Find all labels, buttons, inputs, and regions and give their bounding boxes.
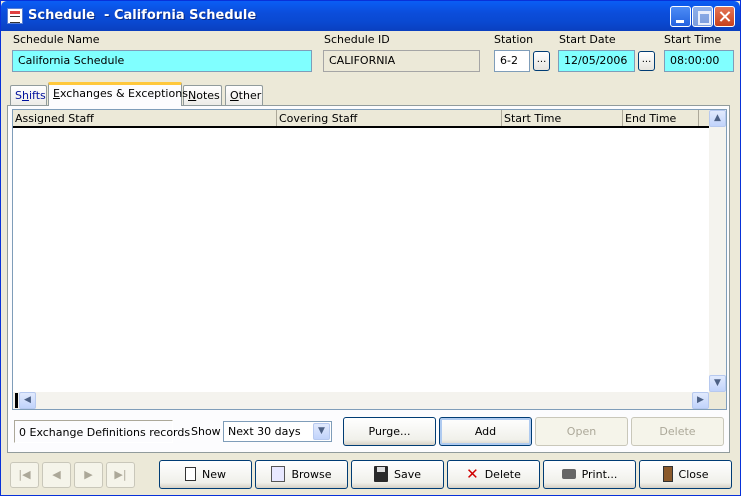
column-header-start-time[interactable]: Start Time: [502, 110, 623, 126]
exit-door-icon: [662, 466, 673, 482]
tab-shifts[interactable]: Shifts: [10, 85, 47, 106]
station-field[interactable]: 6-2: [494, 50, 530, 72]
schedule-name-field[interactable]: California Schedule: [12, 50, 312, 72]
print-button-label: Print...: [581, 468, 618, 481]
close-button[interactable]: Close: [639, 460, 732, 489]
scroll-position-marker: [15, 393, 18, 408]
schedule-window: Schedule - California Schedule Schedule …: [0, 0, 741, 496]
record-count-status: 0 Exchange Definitions records: [14, 420, 190, 443]
station-lookup-button[interactable]: ...: [533, 51, 550, 71]
chevron-down-icon[interactable]: ▼: [313, 423, 330, 440]
window-title: Schedule - California Schedule: [28, 8, 257, 23]
tab-notes-label-post: otes: [196, 89, 220, 102]
new-button-label: New: [202, 468, 226, 481]
scroll-up-icon[interactable]: ▲: [709, 110, 726, 127]
start-date-picker-button[interactable]: ...: [638, 51, 655, 71]
tab-exchanges-accelerator: E: [53, 87, 60, 100]
title-bar[interactable]: Schedule - California Schedule: [1, 1, 740, 31]
previous-record-icon: ◀: [42, 462, 71, 488]
save-button-label: Save: [393, 468, 421, 481]
open-button: Open: [535, 417, 628, 446]
delete-x-icon: ✕: [466, 465, 479, 483]
tab-other[interactable]: Other: [225, 85, 263, 106]
first-record-icon: |◀: [10, 462, 39, 488]
floppy-disk-icon: [373, 466, 388, 482]
schedule-app-icon[interactable]: [7, 8, 23, 24]
vertical-scrollbar[interactable]: ▲ ▼: [709, 110, 726, 392]
show-range-select[interactable]: Next 30 days ▼: [223, 421, 332, 442]
last-record-icon: ▶|: [106, 462, 135, 488]
tab-other-accelerator: O: [230, 89, 239, 102]
column-header-covering-staff[interactable]: Covering Staff: [277, 110, 502, 126]
show-range-value: Next 30 days: [228, 425, 301, 438]
start-date-label: Start Date: [559, 33, 616, 46]
schedule-id-label: Schedule ID: [324, 33, 390, 46]
column-header-assigned-staff[interactable]: Assigned Staff: [13, 110, 277, 126]
show-label: Show: [191, 425, 221, 438]
browse-icon: [271, 466, 286, 482]
tab-shifts-label-post: ifts: [28, 89, 46, 102]
add-button[interactable]: Add: [439, 417, 532, 446]
new-button[interactable]: New: [159, 460, 252, 489]
browse-button-label: Browse: [291, 468, 332, 481]
horizontal-scrollbar[interactable]: ◀ ▶: [13, 392, 709, 409]
tab-other-label-post: ther: [238, 89, 262, 102]
station-label: Station: [494, 33, 534, 46]
scroll-left-icon[interactable]: ◀: [19, 392, 36, 409]
tab-notes-accelerator: N: [188, 89, 197, 102]
browse-button[interactable]: Browse: [255, 460, 348, 489]
exchanges-grid[interactable]: Assigned Staff Covering Staff Start Time…: [12, 109, 727, 410]
maximize-button: [692, 6, 713, 27]
grid-header: Assigned Staff Covering Staff Start Time…: [13, 110, 709, 128]
delete-button[interactable]: ✕ Delete: [447, 460, 540, 489]
schedule-id-field: CALIFORNIA: [323, 50, 480, 72]
printer-icon: [561, 469, 576, 479]
tab-exchanges-exceptions[interactable]: Exchanges & Exceptions: [48, 82, 188, 106]
close-window-button[interactable]: [714, 6, 735, 27]
tab-notes[interactable]: Notes: [183, 85, 222, 106]
schedule-name-label: Schedule Name: [13, 33, 100, 46]
tab-shifts-label-pre: S: [15, 89, 22, 102]
start-time-field[interactable]: 08:00:00: [664, 50, 734, 72]
save-button[interactable]: Save: [351, 460, 444, 489]
start-date-field[interactable]: 12/05/2006: [558, 50, 635, 72]
tab-shifts-accelerator: h: [21, 89, 29, 102]
next-record-icon: ▶: [74, 462, 103, 488]
tab-exchanges-label-post: xchanges & Exceptions: [59, 87, 188, 100]
start-time-label: Start Time: [664, 33, 722, 46]
close-button-label: Close: [678, 468, 709, 481]
new-document-icon: [185, 467, 196, 481]
purge-button[interactable]: Purge...: [343, 417, 436, 446]
scroll-right-icon[interactable]: ▶: [692, 392, 709, 409]
scroll-down-icon[interactable]: ▼: [709, 375, 726, 392]
minimize-button[interactable]: [670, 6, 691, 27]
delete-button-label: Delete: [484, 468, 521, 481]
delete-record-button: Delete: [631, 417, 724, 446]
scrollbar-corner: [709, 392, 726, 409]
column-header-end-time[interactable]: End Time: [623, 110, 699, 126]
print-button[interactable]: Print...: [543, 460, 636, 489]
